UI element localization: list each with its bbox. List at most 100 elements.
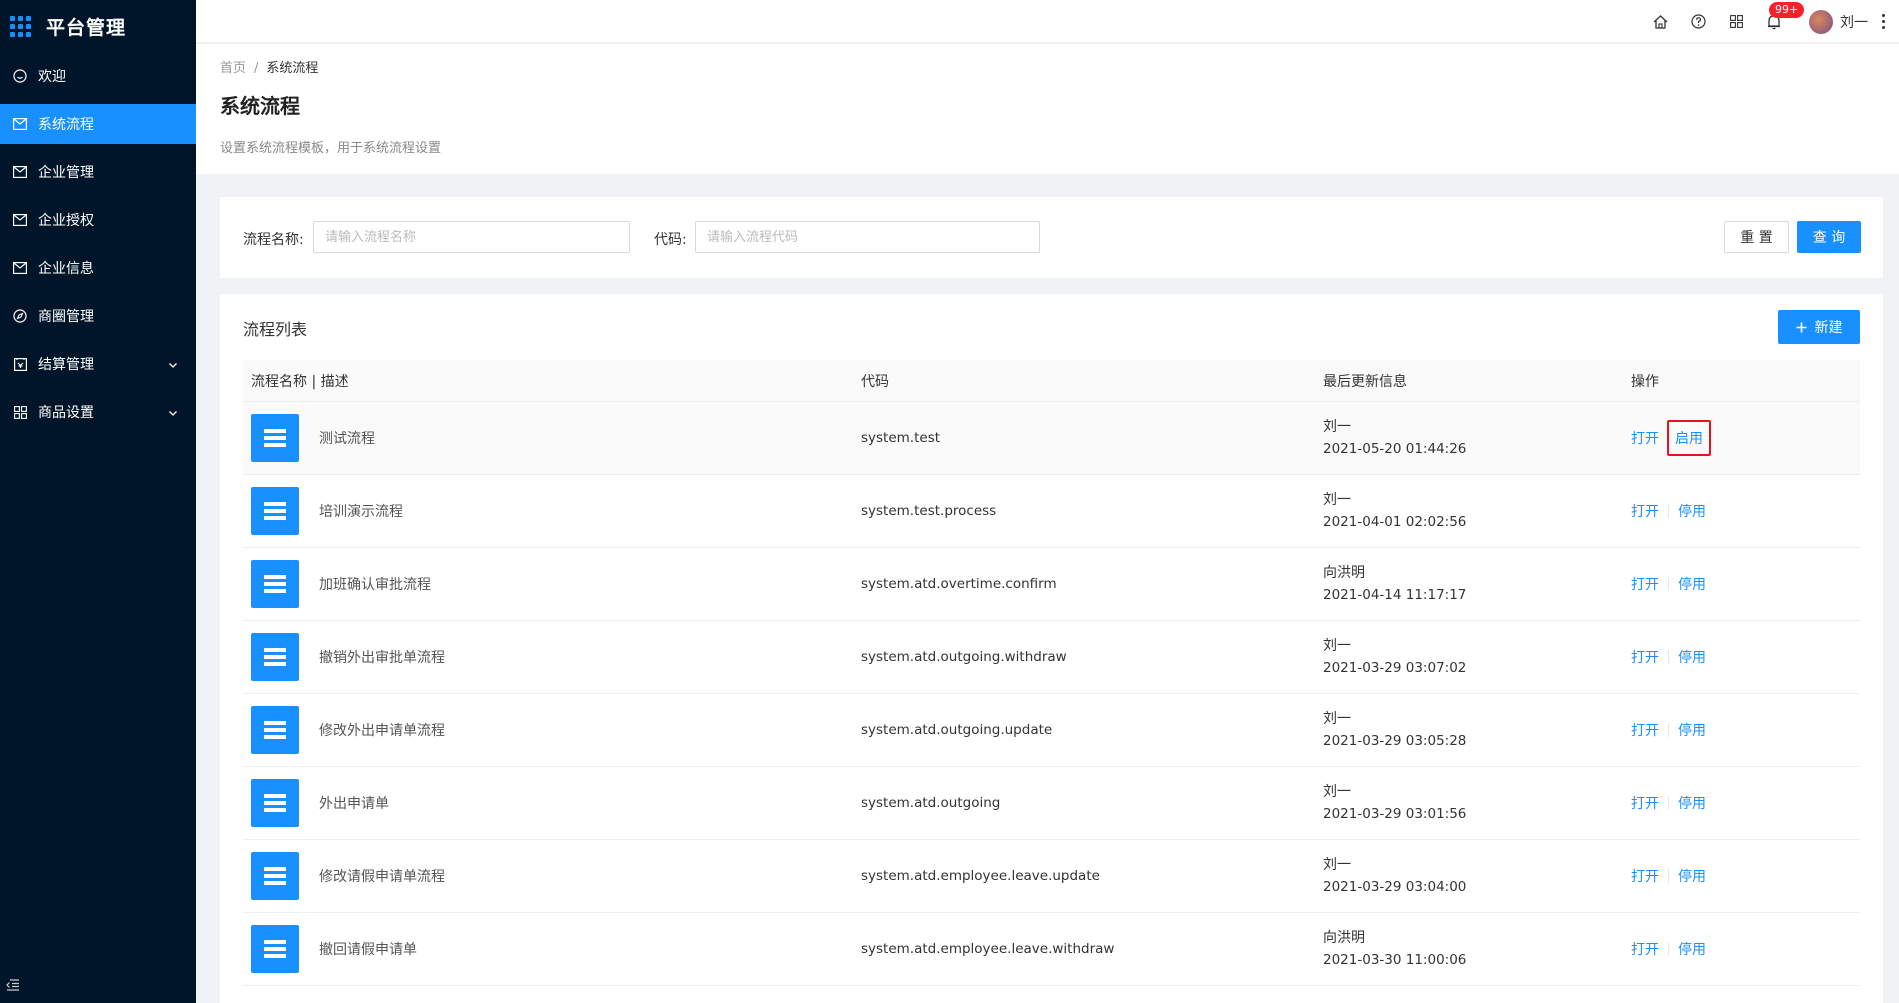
- flow-code: system.atd.outgoing: [861, 795, 1001, 811]
- action-divider: [1668, 577, 1669, 591]
- disable-link[interactable]: 停用: [1678, 866, 1706, 886]
- flow-code: system.test.process: [861, 503, 997, 519]
- help-icon[interactable]: [1689, 13, 1707, 31]
- breadcrumb-separator: /: [254, 61, 259, 76]
- updated-at: 2021-04-14 11:17:17: [1323, 587, 1467, 603]
- flow-table: 流程名称 | 描述 代码 最后更新信息 操作 测试流程 system.test 刘一…: [243, 360, 1860, 986]
- list-icon: [251, 414, 299, 462]
- table-row: 加班确认审批流程 system.atd.overtime.confirm 向洪明 20…: [243, 548, 1860, 621]
- account-book-icon: [12, 356, 28, 372]
- page-description: 设置系统流程模板，用于系统流程设置: [220, 141, 442, 156]
- action-divider: [1668, 650, 1669, 664]
- sidebar-item-label: 企业授权: [38, 213, 94, 229]
- disable-link[interactable]: 停用: [1678, 501, 1706, 521]
- more-vertical-icon[interactable]: [1882, 14, 1885, 29]
- sidebar-item-business-district[interactable]: 商圈管理: [0, 296, 196, 336]
- flow-name: 加班确认审批流程: [319, 577, 431, 593]
- page-header: 首页 / 系统流程 系统流程 设置系统流程模板，用于系统流程设置: [196, 44, 1899, 174]
- top-header: 99+ 刘一: [196, 0, 1899, 43]
- actions-cell: 打开 停用: [1631, 720, 1860, 740]
- open-link[interactable]: 打开: [1631, 939, 1659, 959]
- flow-code-cell: system.test.process: [861, 503, 1323, 519]
- update-info-cell: 刘一 2021-04-01 02:02:56: [1323, 489, 1631, 533]
- updated-by: 刘一: [1323, 857, 1351, 873]
- open-link[interactable]: 打开: [1631, 866, 1659, 886]
- table-row: 撤回请假申请单 system.atd.employee.leave.withdra…: [243, 913, 1860, 986]
- list-icon: [251, 779, 299, 827]
- query-button[interactable]: 查 询: [1797, 221, 1861, 253]
- update-info-cell: 向洪明 2021-03-30 11:00:06: [1323, 927, 1631, 971]
- sidebar-item-enterprise-info[interactable]: 企业信息: [0, 248, 196, 288]
- sidebar-item-label: 系统流程: [38, 117, 94, 133]
- updated-by: 向洪明: [1323, 930, 1365, 946]
- flow-name: 测试流程: [319, 431, 375, 447]
- mail-icon: [12, 212, 28, 228]
- list-icon: [251, 925, 299, 973]
- sidebar-item-welcome[interactable]: 欢迎: [0, 56, 196, 96]
- disable-link[interactable]: 停用: [1678, 793, 1706, 813]
- flow-code: system.atd.employee.leave.withdraw: [861, 941, 1115, 957]
- update-info-cell: 向洪明 2021-04-14 11:17:17: [1323, 562, 1631, 606]
- flow-code-cell: system.atd.outgoing.withdraw: [861, 649, 1323, 665]
- app-title: 平台管理: [46, 16, 127, 39]
- flow-code-input[interactable]: [695, 221, 1040, 253]
- sidebar-item-product-settings[interactable]: 商品设置: [0, 392, 196, 432]
- home-icon[interactable]: [1651, 13, 1669, 31]
- appstore-icon[interactable]: [1727, 13, 1745, 31]
- sidebar-item-system-flow[interactable]: 系统流程: [0, 104, 196, 144]
- column-header-code: 代码: [861, 373, 889, 390]
- sidebar-item-enterprise-authorization[interactable]: 企业授权: [0, 200, 196, 240]
- breadcrumb-current: 系统流程: [266, 61, 319, 76]
- actions-cell: 打开 停用: [1631, 647, 1860, 667]
- updated-by: 刘一: [1323, 419, 1351, 435]
- new-flow-label: 新建: [1814, 320, 1843, 336]
- highlight-box: 启用: [1667, 420, 1711, 456]
- flow-name: 撤销外出审批单流程: [319, 650, 445, 666]
- disable-link[interactable]: 停用: [1678, 720, 1706, 740]
- plus-icon: [1796, 322, 1807, 333]
- breadcrumb-home[interactable]: 首页: [220, 61, 246, 76]
- column-header-name: 流程名称 | 描述: [251, 373, 349, 390]
- flow-code-cell: system.atd.employee.leave.update: [861, 868, 1323, 884]
- appstore-icon: [12, 404, 28, 420]
- sidebar-item-settlement[interactable]: 结算管理: [0, 344, 196, 384]
- open-link[interactable]: 打开: [1631, 574, 1659, 594]
- open-link[interactable]: 打开: [1631, 720, 1659, 740]
- flow-name: 修改请假申请单流程: [319, 869, 445, 885]
- open-link[interactable]: 打开: [1631, 647, 1659, 667]
- flow-name: 培训演示流程: [319, 504, 403, 520]
- open-link[interactable]: 打开: [1631, 501, 1659, 521]
- new-flow-button[interactable]: 新建: [1778, 310, 1860, 344]
- flow-name-input[interactable]: [313, 221, 630, 253]
- open-link[interactable]: 打开: [1631, 793, 1659, 813]
- user-name: 刘一: [1840, 14, 1868, 31]
- list-icon: [251, 706, 299, 754]
- open-link[interactable]: 打开: [1631, 428, 1659, 448]
- updated-by: 向洪明: [1323, 565, 1365, 581]
- flow-code-label: 代码:: [654, 232, 687, 248]
- updated-by: 刘一: [1323, 784, 1351, 800]
- action-divider: [1668, 723, 1669, 737]
- enable-link[interactable]: 启用: [1675, 431, 1703, 447]
- updated-at: 2021-03-29 03:01:56: [1323, 806, 1467, 822]
- table-row: 撤销外出审批单流程 system.atd.outgoing.withdraw 刘一 2…: [243, 621, 1860, 694]
- disable-link[interactable]: 停用: [1678, 939, 1706, 959]
- disable-link[interactable]: 停用: [1678, 647, 1706, 667]
- avatar: [1809, 9, 1833, 34]
- updated-by: 刘一: [1323, 711, 1351, 727]
- sidebar-item-label: 欢迎: [38, 69, 66, 85]
- user-menu[interactable]: 刘一: [1809, 9, 1885, 34]
- disable-link[interactable]: 停用: [1678, 574, 1706, 594]
- sidebar-item-enterprise-management[interactable]: 企业管理: [0, 152, 196, 192]
- flow-name-cell: 加班确认审批流程: [243, 560, 861, 608]
- bell-icon[interactable]: 99+: [1765, 1, 1805, 31]
- logo[interactable]: 平台管理: [0, 0, 196, 52]
- smile-icon: [12, 68, 28, 84]
- action-divider: [1668, 796, 1669, 810]
- list-icon: [251, 487, 299, 535]
- menu-fold-icon[interactable]: [6, 979, 22, 995]
- updated-at: 2021-04-01 02:02:56: [1323, 514, 1467, 530]
- sidebar-item-label: 企业管理: [38, 165, 94, 181]
- reset-button[interactable]: 重 置: [1724, 221, 1789, 253]
- flow-name-cell: 测试流程: [243, 414, 861, 462]
